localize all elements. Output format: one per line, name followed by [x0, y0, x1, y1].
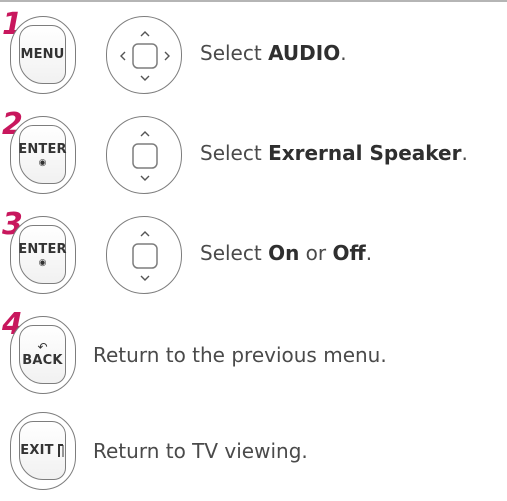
exit-instruction: Return to TV viewing. [93, 439, 308, 463]
top-divider [0, 0, 507, 2]
step-4-instruction: Return to the previous menu. [93, 343, 387, 367]
enter-button[interactable]: ENTER ◉ [10, 116, 76, 194]
up-down-nav-button[interactable] [106, 216, 182, 294]
exit-button-label: EXIT [20, 443, 54, 458]
menu-button-label: MENU [20, 47, 65, 62]
up-down-arrows-icon [132, 231, 158, 281]
four-way-arrows-icon [120, 31, 170, 81]
menu-button[interactable]: MENU [10, 16, 76, 94]
back-button-label: BACK [22, 352, 63, 368]
four-way-nav-button[interactable] [106, 16, 182, 94]
dot-icon: ◉ [38, 257, 47, 268]
step-3-instruction: Select On or Off. [200, 241, 373, 265]
back-button[interactable]: ↶ BACK [10, 316, 76, 394]
enter-button-label: ENTER [18, 241, 67, 257]
enter-button-label: ENTER [18, 141, 67, 157]
exit-door-icon [57, 443, 64, 457]
dot-icon: ◉ [38, 157, 47, 168]
up-down-nav-button[interactable] [106, 116, 182, 194]
enter-button[interactable]: ENTER ◉ [10, 216, 76, 294]
back-arrow-icon: ↶ [37, 339, 48, 354]
step-1-instruction: Select AUDIO. [200, 41, 347, 65]
step-2-instruction: Select Exrernal Speaker. [200, 141, 468, 165]
up-down-arrows-icon [132, 131, 158, 181]
exit-button[interactable]: EXIT [10, 412, 76, 490]
